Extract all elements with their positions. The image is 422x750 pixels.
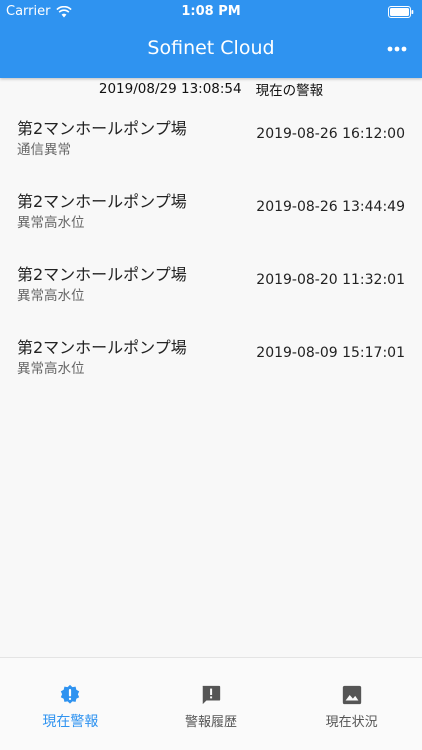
app-title: Sofinet Cloud	[147, 37, 275, 59]
alarm-status: 異常高水位	[17, 215, 85, 231]
alarm-list-item[interactable]: 第2マンホールポンプ場 異常高水位 2019-08-26 13:44:49	[0, 181, 422, 254]
alarm-time: 2019-08-09 15:17:01	[256, 345, 405, 361]
alarm-list: 第2マンホールポンプ場 通信異常 2019-08-26 16:12:00 第2マ…	[0, 108, 422, 400]
app-root: Carrier 1:08 PM Sofinet Cloud 2019/08/29…	[0, 0, 422, 750]
alarm-list-item[interactable]: 第2マンホールポンプ場 異常高水位 2019-08-20 11:32:01	[0, 254, 422, 327]
bottom-tab-bar: 現在警報 警報履歴 現在状況	[0, 657, 422, 750]
current-alarm-subheader: 2019/08/29 13:08:54 現在の警報	[0, 78, 422, 100]
tab-label: 現在警報	[42, 714, 99, 730]
alarm-time: 2019-08-26 13:44:49	[256, 199, 405, 215]
subheader-timestamp: 2019/08/29 13:08:54	[98, 81, 242, 97]
battery-icon	[388, 6, 414, 18]
alarm-time: 2019-08-20 11:32:01	[256, 272, 405, 288]
tab-label: 現在状況	[325, 715, 378, 730]
alert-message-icon	[202, 685, 221, 705]
alarm-list-item[interactable]: 第2マンホールポンプ場 異常高水位 2019-08-09 15:17:01	[0, 327, 422, 400]
alarm-station-name: 第2マンホールポンプ場	[17, 192, 187, 211]
tab-current-alarms[interactable]: 現在警報	[0, 658, 141, 750]
alarm-station-name: 第2マンホールポンプ場	[17, 119, 187, 138]
alarm-time: 2019-08-26 16:12:00	[256, 126, 405, 142]
image-icon	[342, 685, 361, 705]
more-options-button[interactable]	[384, 38, 410, 60]
subheader-label: 現在の警報	[255, 83, 324, 99]
alarm-status: 異常高水位	[17, 288, 85, 304]
alarm-station-name: 第2マンホールポンプ場	[17, 338, 187, 357]
tab-current-status[interactable]: 現在状況	[281, 658, 422, 750]
alarm-station-name: 第2マンホールポンプ場	[17, 265, 187, 284]
alarm-status: 異常高水位	[17, 361, 85, 377]
status-bar: Carrier 1:08 PM	[0, 0, 422, 24]
more-horizontal-icon	[387, 46, 407, 52]
status-time: 1:08 PM	[181, 4, 241, 19]
app-header: Carrier 1:08 PM Sofinet Cloud	[0, 0, 422, 78]
tab-label: 警報履歴	[185, 715, 238, 730]
alert-badge-icon	[61, 684, 80, 704]
alarm-list-item[interactable]: 第2マンホールポンプ場 通信異常 2019-08-26 16:12:00	[0, 108, 422, 181]
tab-alarm-history[interactable]: 警報履歴	[141, 658, 282, 750]
alarm-status: 通信異常	[17, 142, 71, 158]
